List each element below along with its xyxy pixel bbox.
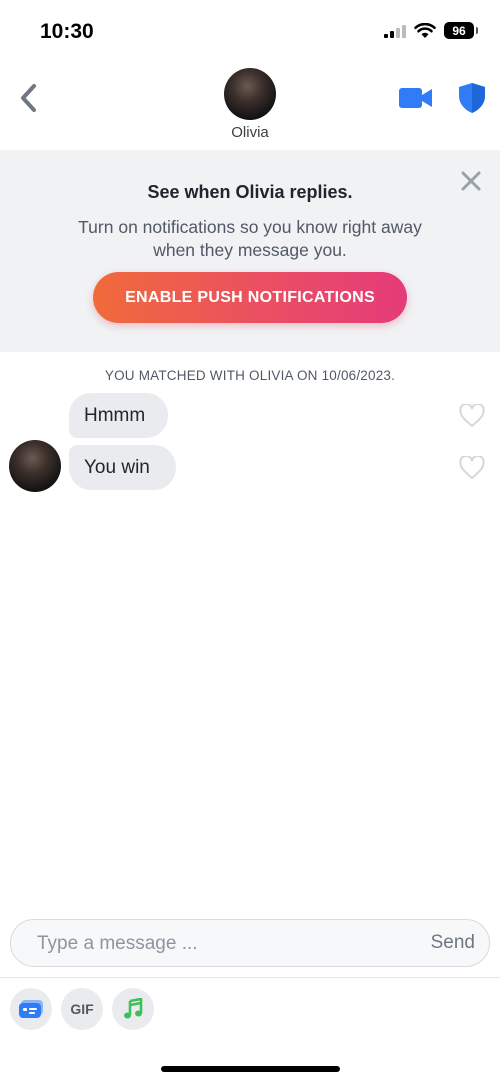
safety-shield-button[interactable]	[458, 82, 486, 114]
notification-banner: See when Olivia replies. Turn on notific…	[0, 150, 500, 352]
status-bar: 10:30 96	[0, 0, 500, 60]
back-button[interactable]	[14, 78, 44, 118]
send-button[interactable]: Send	[431, 932, 475, 954]
music-button[interactable]	[112, 988, 154, 1030]
enable-push-notifications-button[interactable]: ENABLE PUSH NOTIFICATIONS	[93, 272, 407, 323]
banner-text: Turn on notifications so you know right …	[78, 217, 422, 260]
card-icon	[19, 1000, 43, 1018]
like-message-button[interactable]	[459, 454, 485, 480]
video-camera-icon	[399, 88, 432, 108]
shield-icon	[459, 83, 485, 113]
message-composer: Send	[10, 919, 490, 968]
contact-name[interactable]: Olivia	[0, 124, 500, 141]
gif-label: GIF	[70, 1001, 94, 1017]
music-note-icon	[124, 998, 143, 1019]
message-bubble[interactable]: You win	[69, 445, 176, 490]
heart-icon	[459, 454, 485, 479]
like-message-button[interactable]	[459, 402, 485, 428]
banner-title: See when Olivia replies.	[147, 182, 353, 202]
status-icons: 96	[384, 22, 478, 39]
message-bubble[interactable]: Hmmm	[69, 393, 168, 438]
signal-icon	[384, 24, 406, 38]
sticker-card-button[interactable]	[10, 988, 52, 1030]
battery-indicator: 96	[444, 22, 478, 39]
chat-header: Olivia	[0, 60, 500, 151]
gif-button[interactable]: GIF	[61, 988, 103, 1030]
home-indicator	[161, 1066, 340, 1072]
divider	[0, 977, 500, 978]
message-input[interactable]	[35, 920, 399, 968]
sender-avatar[interactable]	[9, 440, 61, 492]
wifi-icon	[414, 22, 436, 38]
heart-icon	[459, 402, 485, 427]
video-call-button[interactable]	[398, 86, 434, 110]
chevron-left-icon	[21, 84, 36, 112]
status-time: 10:30	[40, 20, 94, 43]
match-info-text: YOU MATCHED WITH OLIVIA ON 10/06/2023.	[104, 368, 396, 383]
avatar[interactable]	[224, 68, 276, 120]
